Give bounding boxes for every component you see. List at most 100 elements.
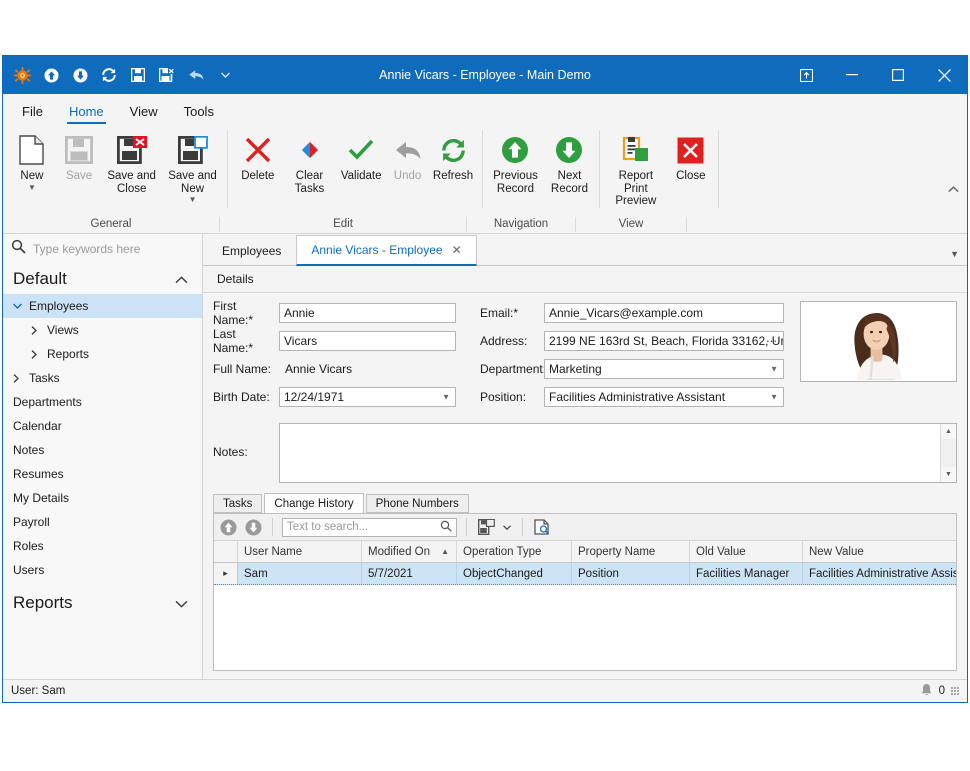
sidebar-item-users[interactable]: Users	[3, 558, 202, 582]
save-button[interactable]: Save	[57, 130, 101, 205]
minimize-icon[interactable]	[829, 56, 875, 94]
sidebar-item-departments[interactable]: Departments	[3, 390, 202, 414]
chevron-up-icon	[175, 269, 188, 289]
bottom-tab-phone-numbers[interactable]: Phone Numbers	[366, 494, 469, 513]
sidebar-item-views[interactable]: Views	[3, 318, 202, 342]
validate-button-label: Validate	[341, 170, 382, 183]
chevron-down-icon[interactable]: ▼	[770, 365, 778, 374]
previous-record-icon[interactable]	[40, 64, 62, 86]
sidebar-item-my-details[interactable]: My Details	[3, 486, 202, 510]
ribbon-group-label-view: View	[576, 217, 687, 232]
undo-icon[interactable]	[185, 64, 207, 86]
save-and-close-icon[interactable]	[156, 64, 178, 86]
search-icon[interactable]	[440, 520, 452, 535]
delete-button[interactable]: Delete	[232, 130, 284, 205]
notes-scrollbar[interactable]: ▲ ▼	[940, 424, 956, 482]
report-print-preview-button[interactable]: Report Print Preview	[604, 130, 668, 208]
new-button[interactable]: New ▼	[7, 130, 57, 205]
save-icon[interactable]	[127, 64, 149, 86]
grid-header-operation-type[interactable]: Operation Type	[457, 541, 572, 562]
grid-header-old-value[interactable]: Old Value	[690, 541, 803, 562]
chevron-down-icon[interactable]: ▼	[770, 393, 778, 402]
collapse-ribbon-icon[interactable]	[948, 184, 959, 196]
sidebar-item-payroll[interactable]: Payroll	[3, 510, 202, 534]
address-input[interactable]: 2199 NE 163rd St, Beach, Florida 33162, …	[544, 331, 784, 351]
move-up-icon[interactable]	[218, 517, 238, 537]
last-name-input[interactable]: Vicars	[279, 331, 456, 351]
bell-icon[interactable]	[920, 683, 933, 700]
next-record-button[interactable]: Next Record	[544, 130, 595, 205]
app-logo-icon[interactable]	[11, 64, 33, 86]
next-record-icon[interactable]	[69, 64, 91, 86]
chevron-right-icon	[13, 374, 29, 383]
ribbon-group-edit: Delete Clear Tasks	[228, 130, 483, 208]
close-icon[interactable]: ✕	[452, 243, 462, 257]
position-input[interactable]: Facilities Administrative Assistant ▼	[544, 387, 784, 407]
bottom-tab-change-history[interactable]: Change History	[264, 493, 363, 514]
cell-property-name: Position	[572, 563, 690, 584]
tab-list-chevron-down-icon[interactable]: ▼	[950, 249, 959, 259]
first-name-input[interactable]: Annie	[279, 303, 456, 323]
save-and-close-button[interactable]: Save and Close	[101, 130, 162, 205]
tab-annie-vicars-employee[interactable]: Annie Vicars - Employee ✕	[296, 235, 476, 266]
sort-ascending-icon: ▲	[441, 547, 449, 556]
toolbar-separator	[466, 518, 467, 536]
nav-group-default[interactable]: Default	[3, 264, 202, 294]
close-button[interactable]: Close	[668, 130, 714, 205]
ribbon-tab-file[interactable]: File	[9, 100, 56, 124]
chevron-down-icon[interactable]: ▼	[28, 184, 36, 192]
ribbon-tab-tools[interactable]: Tools	[171, 100, 227, 124]
field-label: Email:*	[480, 306, 544, 320]
move-down-icon[interactable]	[243, 517, 263, 537]
ribbon-tab-view[interactable]: View	[117, 100, 171, 124]
ribbon-group-label-navigation: Navigation	[467, 217, 576, 232]
scroll-up-icon[interactable]: ▲	[941, 424, 956, 439]
form-left-column: First Name:* Annie Last Name:* Vicars Fu…	[213, 301, 456, 413]
sidebar-item-employees[interactable]: Employees	[3, 294, 202, 318]
clear-tasks-button[interactable]: Clear Tasks	[284, 130, 336, 205]
ellipsis-icon[interactable]: ⋯	[766, 335, 778, 348]
chevron-down-icon[interactable]: ▼	[189, 196, 197, 204]
save-and-new-button[interactable]: Save and New ▼	[162, 130, 223, 205]
notes-label: Notes:	[213, 423, 279, 459]
nav-group-reports[interactable]: Reports	[3, 588, 202, 618]
sidebar-item-tasks[interactable]: Tasks	[3, 366, 202, 390]
resize-grip-icon[interactable]	[951, 687, 959, 695]
sidebar-item-resumes[interactable]: Resumes	[3, 462, 202, 486]
chevron-down-icon[interactable]: ▼	[442, 393, 450, 402]
grid-header-modified-on[interactable]: Modified On ▲	[362, 541, 457, 562]
notes-field[interactable]: ▲ ▼	[279, 423, 957, 483]
sidebar-item-roles[interactable]: Roles	[3, 534, 202, 558]
grid-header-user-name[interactable]: User Name	[238, 541, 362, 562]
table-row[interactable]: ▸ Sam 5/7/2021 ObjectChanged Position Fa…	[214, 563, 956, 585]
bottom-tab-tasks[interactable]: Tasks	[213, 494, 262, 513]
scroll-down-icon[interactable]: ▼	[941, 467, 956, 482]
navigation-search[interactable]: Type keywords here	[3, 234, 202, 264]
grid-search-input[interactable]: Text to search...	[282, 518, 457, 537]
export-icon[interactable]	[476, 517, 496, 537]
refresh-icon[interactable]	[98, 64, 120, 86]
undo-button[interactable]: Undo	[387, 130, 428, 205]
grid-header-property-name[interactable]: Property Name	[572, 541, 690, 562]
validate-icon	[347, 133, 375, 167]
grid-header-new-value[interactable]: New Value	[803, 541, 956, 562]
sidebar-item-reports-sub[interactable]: Reports	[3, 342, 202, 366]
validate-button[interactable]: Validate	[335, 130, 387, 205]
print-preview-icon[interactable]	[532, 517, 552, 537]
export-chevron-down-icon[interactable]	[501, 517, 513, 537]
department-input[interactable]: Marketing ▼	[544, 359, 784, 379]
employee-photo[interactable]	[800, 301, 957, 382]
tab-employees[interactable]: Employees	[207, 236, 296, 265]
birth-date-input[interactable]: 12/24/1971 ▼	[279, 387, 456, 407]
previous-record-button[interactable]: Previous Record	[487, 130, 544, 205]
restore-layout-icon[interactable]	[783, 56, 829, 94]
email-input[interactable]: Annie_Vicars@example.com	[544, 303, 784, 323]
customize-qat-icon[interactable]	[214, 64, 236, 86]
maximize-icon[interactable]	[875, 56, 921, 94]
ribbon-tab-home[interactable]: Home	[56, 100, 117, 124]
refresh-button[interactable]: Refresh	[428, 130, 478, 205]
notes-text[interactable]	[280, 424, 940, 482]
sidebar-item-calendar[interactable]: Calendar	[3, 414, 202, 438]
close-icon[interactable]	[921, 56, 967, 94]
sidebar-item-notes[interactable]: Notes	[3, 438, 202, 462]
